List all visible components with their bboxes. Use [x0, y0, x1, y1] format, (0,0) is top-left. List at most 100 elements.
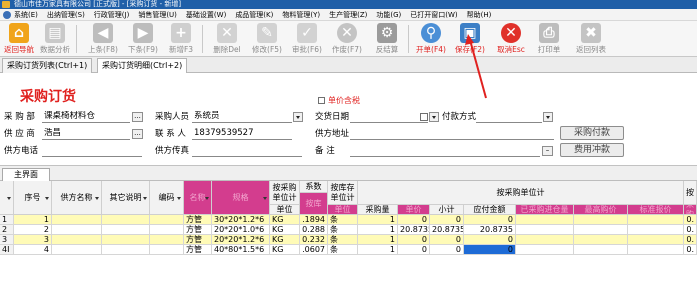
- col-header-name[interactable]: 名称: [184, 181, 212, 215]
- cell-coefficient[interactable]: .1894: [300, 215, 328, 225]
- data-analysis-button[interactable]: ▤ 数据分析: [40, 21, 70, 57]
- cell-coefficient[interactable]: .0607: [300, 245, 328, 255]
- cell-other-note[interactable]: [102, 235, 150, 245]
- next-record-button[interactable]: ▶ 下条(F9): [128, 21, 158, 57]
- cell-seq[interactable]: 3: [14, 235, 52, 245]
- purchase-dept-field[interactable]: 课桌椅材料仓: [42, 111, 130, 123]
- cell-inbound[interactable]: [516, 225, 574, 235]
- cell-qty[interactable]: 1: [358, 225, 398, 235]
- table-row[interactable]: 1 1 方管 30*20*1.2*6 KG .1894 条 1 0 0 0 0.: [0, 215, 697, 225]
- cell-price[interactable]: 0: [398, 245, 430, 255]
- col-header-unit-by-stock[interactable]: 按库存单位计: [328, 181, 358, 205]
- cell-inbound[interactable]: [516, 215, 574, 225]
- cell-unit[interactable]: KG: [270, 215, 300, 225]
- cell-price[interactable]: 0: [398, 215, 430, 225]
- col-header-price[interactable]: 单价: [398, 205, 430, 215]
- cell-max-price[interactable]: [574, 235, 628, 245]
- cell-price[interactable]: 0: [398, 235, 430, 245]
- cell-supplier-name[interactable]: [52, 225, 102, 235]
- new-record-button[interactable]: + 新增F3: [166, 21, 196, 57]
- menu-help[interactable]: 帮助(H): [467, 9, 492, 20]
- cell-stock-unit[interactable]: 条: [328, 215, 358, 225]
- cell-max-price[interactable]: [574, 215, 628, 225]
- cell-payable[interactable]: 0: [464, 235, 516, 245]
- col-header-last[interactable]: 采购: [684, 205, 697, 215]
- contact-field[interactable]: 18379539527: [192, 128, 292, 140]
- col-header-std-price[interactable]: 标准报价: [628, 205, 684, 215]
- cell-std-price[interactable]: [628, 225, 684, 235]
- table-row[interactable]: 4I 4 方管 40*80*1.5*6 KG .0607 条 1 0 0 0 0…: [0, 245, 697, 255]
- col-header-inbound[interactable]: 已采购进仓量: [516, 205, 574, 215]
- delivery-date-field[interactable]: [350, 111, 428, 123]
- col-header-unit-by-purchase[interactable]: 按采购单位计: [270, 181, 300, 205]
- cell-payable[interactable]: 20.8735: [464, 225, 516, 235]
- col-header-qty[interactable]: 采购量: [358, 205, 398, 215]
- cell-subtotal[interactable]: 0: [430, 245, 464, 255]
- supplier-phone-field[interactable]: [42, 145, 142, 157]
- col-header-other-note[interactable]: 其它说明: [102, 181, 150, 215]
- cell-name[interactable]: 方管: [184, 235, 212, 245]
- buyer-field[interactable]: 系统员: [192, 111, 292, 123]
- cell-supplier-name[interactable]: [52, 245, 102, 255]
- cell-supplier-name[interactable]: [52, 235, 102, 245]
- cell-last[interactable]: 0.: [684, 215, 697, 225]
- col-header-coefficient-sub[interactable]: 按库: [300, 193, 328, 215]
- cell-seq[interactable]: 4: [14, 245, 52, 255]
- cell-code[interactable]: [150, 235, 184, 245]
- col-header-max-price[interactable]: 最高购价: [574, 205, 628, 215]
- supplier-field[interactable]: 浩昌: [42, 128, 130, 140]
- purchase-dept-lookup-button[interactable]: ...: [132, 112, 143, 122]
- remark-field[interactable]: [350, 145, 540, 157]
- payment-method-dropdown-button[interactable]: [543, 112, 553, 122]
- col-header-payable[interactable]: 应付金额: [464, 205, 516, 215]
- cell-spec[interactable]: 20*20*1.2*6: [212, 235, 270, 245]
- payment-method-field[interactable]: [476, 111, 542, 123]
- cell-code[interactable]: [150, 215, 184, 225]
- cancel-button[interactable]: ✕ 取消Esc: [496, 21, 526, 57]
- tab-main-view[interactable]: 主界面: [2, 168, 50, 182]
- menu-functions[interactable]: 功能(G): [376, 9, 401, 20]
- cell-code[interactable]: [150, 245, 184, 255]
- tab-order-list[interactable]: 采购订货列表(Ctrl+1): [2, 58, 93, 73]
- menu-products[interactable]: 成品管理(K): [235, 9, 273, 20]
- cell-std-price[interactable]: [628, 245, 684, 255]
- cell-inbound[interactable]: [516, 235, 574, 245]
- cell-seq[interactable]: 1: [14, 215, 52, 225]
- cell-supplier-name[interactable]: [52, 215, 102, 225]
- cell-std-price[interactable]: [628, 235, 684, 245]
- approve-button[interactable]: ✓ 审批(F6): [292, 21, 322, 57]
- cell-qty[interactable]: 1: [358, 235, 398, 245]
- cell-subtotal[interactable]: 20.8735: [430, 225, 464, 235]
- system-menu-icon[interactable]: [3, 11, 11, 19]
- cell-unit[interactable]: KG: [270, 245, 300, 255]
- cell-coefficient[interactable]: 0.232: [300, 235, 328, 245]
- menu-cashier[interactable]: 出纳管理(S): [47, 9, 85, 20]
- delivery-date-checkbox[interactable]: [420, 113, 428, 121]
- cell-unit[interactable]: KG: [270, 235, 300, 245]
- open-order-button[interactable]: ⚲ 开单(F4): [416, 21, 446, 57]
- cell-last[interactable]: 0.: [684, 235, 697, 245]
- void-button[interactable]: ✕ 作废(F7): [332, 21, 362, 57]
- cell-other-note[interactable]: [102, 215, 150, 225]
- menu-sales[interactable]: 销售管理(U): [138, 9, 177, 20]
- cell-other-note[interactable]: [102, 225, 150, 235]
- cell-seq[interactable]: 2: [14, 225, 52, 235]
- cell-spec[interactable]: 30*20*1.2*6: [212, 215, 270, 225]
- supplier-fax-field[interactable]: [192, 145, 302, 157]
- col-header-coefficient[interactable]: 系数: [300, 181, 328, 193]
- unsettle-button[interactable]: ⚙ 反结算: [372, 21, 402, 57]
- col-header-supplier-name[interactable]: 供方名称: [52, 181, 102, 215]
- print-button[interactable]: ⎙ 打印单: [534, 21, 564, 57]
- cell-code[interactable]: [150, 225, 184, 235]
- cell-stock-unit[interactable]: 条: [328, 235, 358, 245]
- col-header-seq[interactable]: 序号: [14, 181, 52, 215]
- cell-name[interactable]: 方管: [184, 245, 212, 255]
- purchase-payment-button[interactable]: 采购付款: [560, 126, 624, 140]
- menu-materials[interactable]: 物料管理(Y): [282, 9, 320, 20]
- cell-coefficient[interactable]: 0.288: [300, 225, 328, 235]
- prev-record-button[interactable]: ◀ 上条(F8): [88, 21, 118, 57]
- col-header-subtotal[interactable]: 小计: [430, 205, 464, 215]
- cell-qty[interactable]: 1: [358, 215, 398, 225]
- cell-subtotal[interactable]: 0: [430, 235, 464, 245]
- remark-expand-button[interactable]: –: [542, 146, 553, 156]
